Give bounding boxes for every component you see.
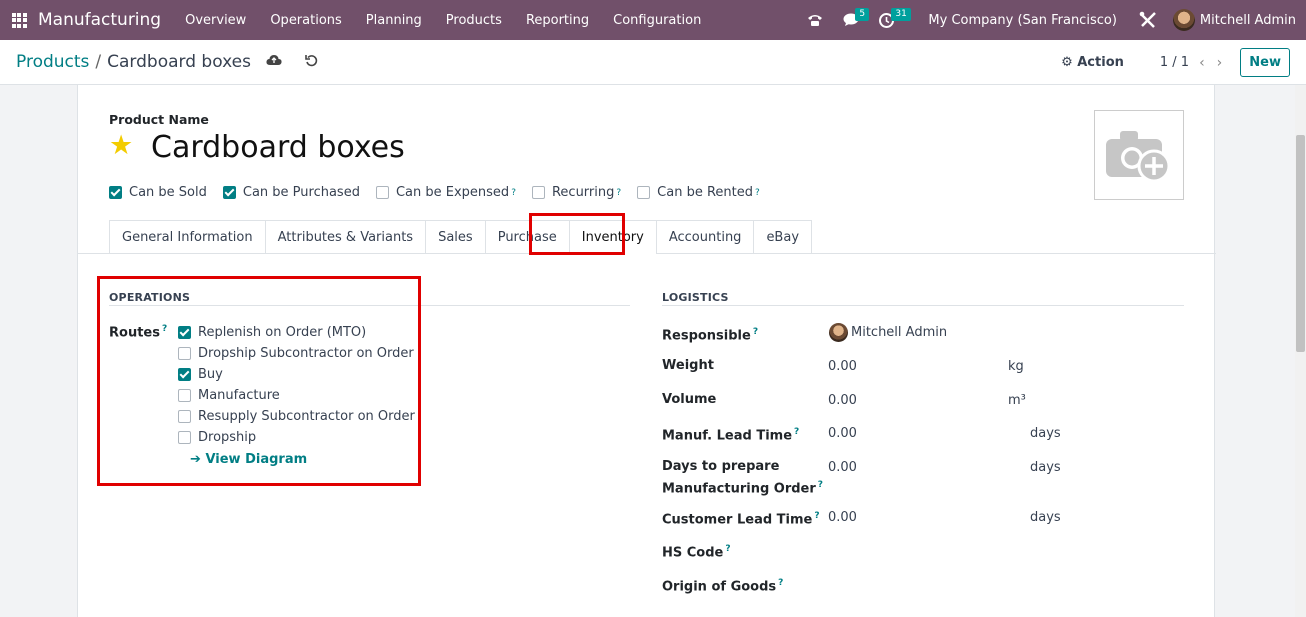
tab-sales[interactable]: Sales [425, 220, 485, 254]
menu-operations[interactable]: Operations [258, 0, 353, 40]
gear-icon: ⚙ [1061, 55, 1073, 70]
menu-overview[interactable]: Overview [173, 0, 258, 40]
help-tooltip-icon[interactable]: ? [818, 480, 823, 490]
help-tooltip-icon[interactable]: ? [778, 578, 783, 588]
recurring-checkbox[interactable]: Recurring? [531, 185, 621, 200]
menu-planning[interactable]: Planning [354, 0, 434, 40]
responsible-avatar [829, 323, 848, 342]
product-image-upload[interactable] [1094, 110, 1184, 200]
help-tooltip-icon[interactable]: ? [511, 188, 516, 198]
product-flags: Can be Sold Can be Purchased Can be Expe… [109, 185, 776, 200]
camera-add-icon [1106, 131, 1171, 183]
notebook-tabs: General Information Attributes & Variant… [109, 220, 813, 254]
hs-code-label: HS Code? [662, 544, 731, 561]
tab-ebay[interactable]: eBay [753, 220, 813, 254]
weight-unit: kg [1008, 359, 1024, 374]
days-to-prepare-mo-label: Days to prepare Manufacturing Order? [662, 459, 824, 497]
volume-unit: m³ [1008, 393, 1026, 408]
weight-label: Weight [662, 358, 714, 373]
pager-next-icon[interactable]: › [1217, 55, 1223, 71]
logistics-section-title: LOGISTICS [662, 291, 729, 304]
activities-clock-icon[interactable]: 31 [869, 0, 911, 40]
can-be-purchased-checkbox[interactable]: Can be Purchased [222, 185, 360, 200]
action-menu-button[interactable]: ⚙ Action [1061, 55, 1124, 70]
tab-attributes-variants[interactable]: Attributes & Variants [264, 220, 426, 254]
menu-configuration[interactable]: Configuration [601, 0, 713, 40]
tab-general-information[interactable]: General Information [109, 220, 265, 254]
discard-undo-icon[interactable] [303, 54, 321, 71]
breadcrumb-separator: / [95, 52, 102, 72]
action-label: Action [1077, 55, 1124, 70]
responsible-label: Responsible? [662, 327, 759, 344]
save-cloud-icon[interactable] [265, 54, 283, 70]
user-name: Mitchell Admin [1199, 12, 1296, 28]
inventory-tab-highlight [529, 213, 625, 255]
apps-menu-icon[interactable] [0, 0, 38, 40]
volume-label: Volume [662, 392, 717, 407]
hs-code-field[interactable] [828, 543, 1108, 561]
product-name-field[interactable]: Cardboard boxes [151, 130, 405, 165]
company-switcher[interactable]: My Company (San Francisco) [918, 13, 1128, 28]
responsible-field[interactable]: Mitchell Admin [851, 325, 947, 340]
can-be-sold-checkbox[interactable]: Can be Sold [109, 185, 207, 200]
messages-icon[interactable]: 5 [833, 0, 870, 40]
breadcrumb-products-link[interactable]: Products [16, 52, 89, 72]
customer-lead-time-label: Customer Lead Time? [662, 511, 820, 528]
manuf-lead-time-label: Manuf. Lead Time? [662, 427, 800, 444]
help-tooltip-icon[interactable]: ? [794, 427, 799, 437]
product-name-label: Product Name [109, 112, 209, 127]
customer-lead-time-field[interactable]: 0.00 [828, 510, 857, 525]
top-navbar: Manufacturing Overview Operations Planni… [0, 0, 1306, 40]
breadcrumb-current: Cardboard boxes [107, 52, 251, 72]
volume-field[interactable]: 0.00 [828, 393, 857, 408]
activities-count-badge: 31 [891, 8, 911, 21]
logistics-section-divider [662, 305, 1184, 306]
manuf-lead-time-field[interactable]: 0.00 [828, 426, 857, 441]
help-tooltip-icon[interactable]: ? [755, 188, 760, 198]
origin-of-goods-label: Origin of Goods? [662, 578, 784, 595]
weight-field[interactable]: 0.00 [828, 359, 857, 374]
days-to-prepare-mo-field[interactable]: 0.00 [828, 460, 857, 475]
phone-icon[interactable] [797, 0, 833, 40]
customer-lead-time-unit: days [1030, 510, 1061, 525]
user-avatar [1172, 9, 1195, 31]
scrollbar-thumb[interactable] [1296, 135, 1305, 352]
manuf-lead-time-unit: days [1030, 426, 1061, 441]
operations-highlight [97, 276, 421, 486]
help-tooltip-icon[interactable]: ? [753, 327, 758, 337]
messages-count-badge: 5 [855, 8, 870, 21]
pager-previous-icon[interactable]: ‹ [1199, 55, 1205, 71]
pager-value[interactable]: 1 / 1 [1160, 55, 1189, 70]
favorite-star-icon[interactable]: ★ [109, 132, 133, 159]
menu-reporting[interactable]: Reporting [514, 0, 601, 40]
breadcrumb: Products / Cardboard boxes [16, 52, 251, 72]
help-tooltip-icon[interactable]: ? [814, 511, 819, 521]
control-panel: Products / Cardboard boxes ⚙ Action 1 / … [0, 40, 1306, 85]
debug-tools-icon[interactable] [1129, 0, 1167, 40]
help-tooltip-icon[interactable]: ? [616, 188, 621, 198]
new-button[interactable]: New [1240, 48, 1290, 77]
app-brand[interactable]: Manufacturing [38, 10, 161, 30]
form-sheet: Product Name ★ Cardboard boxes Can be So… [77, 85, 1216, 617]
user-menu[interactable]: Mitchell Admin [1167, 9, 1306, 31]
menu-products[interactable]: Products [434, 0, 514, 40]
days-to-prepare-mo-unit: days [1030, 460, 1061, 475]
can-be-rented-checkbox[interactable]: Can be Rented? [637, 185, 760, 200]
can-be-expensed-checkbox[interactable]: Can be Expensed? [375, 185, 516, 200]
help-tooltip-icon[interactable]: ? [725, 544, 730, 554]
tab-accounting[interactable]: Accounting [655, 220, 754, 254]
origin-of-goods-field[interactable] [828, 577, 1108, 595]
